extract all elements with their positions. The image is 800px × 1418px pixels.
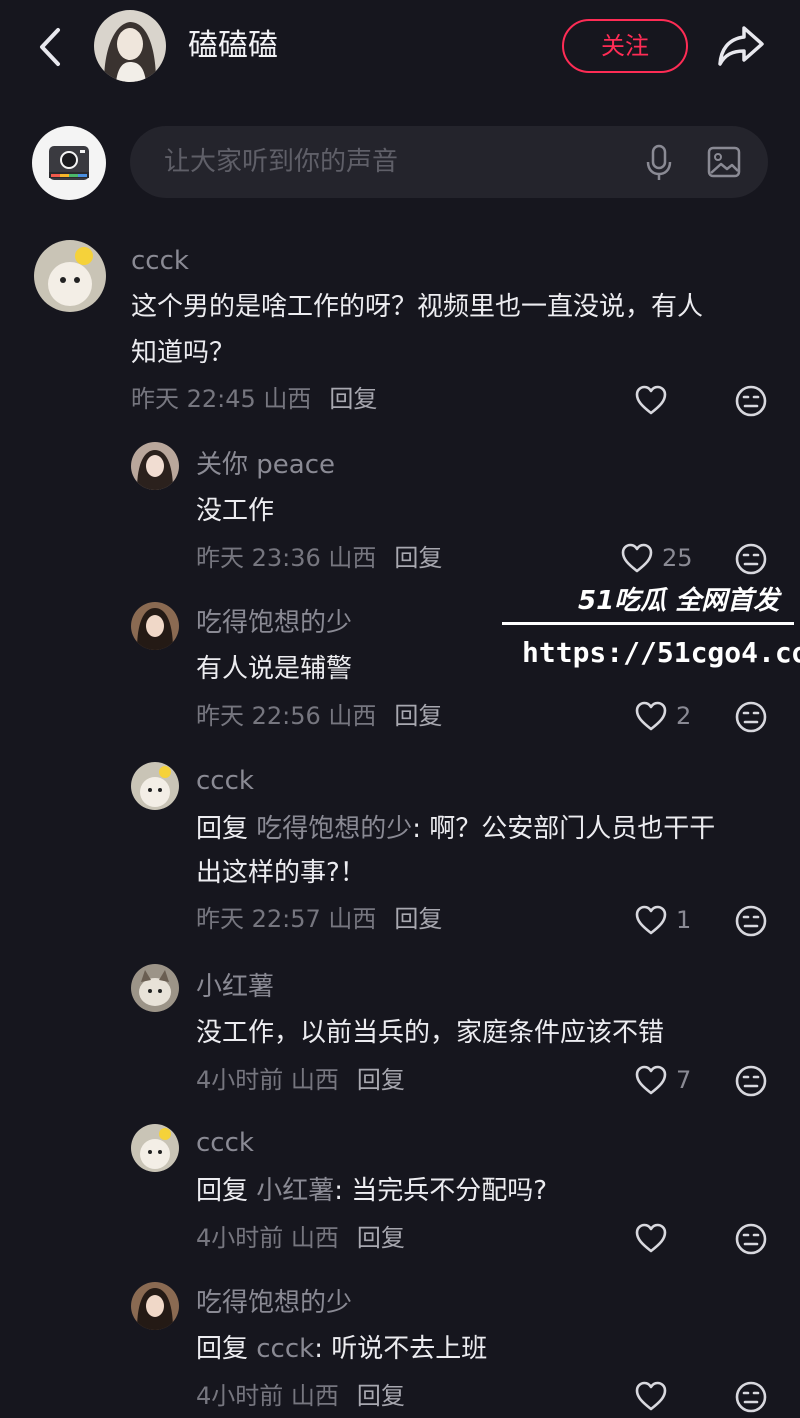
comment-username[interactable]: ccck xyxy=(196,1126,254,1160)
like-button[interactable] xyxy=(634,1220,676,1256)
comment-username[interactable]: ccck xyxy=(196,764,254,798)
dislike-face-icon[interactable] xyxy=(734,700,768,734)
reply-item: ccck 回复 小红薯: 当完兵不分配吗? 4小时前 山西 回复 xyxy=(0,1122,800,1262)
comment-meta: 昨天 23:36 山西 回复 xyxy=(196,542,442,574)
comment-time-location: 昨天 22:45 山西 xyxy=(131,385,312,413)
user-avatar[interactable] xyxy=(131,762,179,810)
user-avatar[interactable] xyxy=(131,1124,179,1172)
comment-time-location: 昨天 23:36 山西 xyxy=(196,544,377,572)
comment-text: 没工作，以前当兵的，家庭条件应该不错 xyxy=(196,1018,665,1048)
follow-button[interactable]: 关注 xyxy=(562,19,688,73)
reply-item: ccck 回复 吃得饱想的少: 啊？公安部门人员也干干 出这样的事?！ 昨天 2… xyxy=(0,760,800,950)
comment-text-line: 知道吗？ xyxy=(131,338,236,368)
reply-button[interactable]: 回复 xyxy=(357,1224,405,1252)
user-avatar[interactable] xyxy=(131,964,179,1012)
reply-target-user[interactable]: 吃得饱想的少 xyxy=(256,814,412,844)
dislike-face-icon[interactable] xyxy=(734,542,768,576)
share-button[interactable] xyxy=(716,22,766,68)
reply-button[interactable]: 回复 xyxy=(394,702,442,730)
comment-text-line: 回复 ccck: 听说不去上班 xyxy=(196,1334,488,1364)
reply-button[interactable]: 回复 xyxy=(357,1382,405,1410)
comment-meta: 4小时前 山西 回复 xyxy=(196,1222,405,1254)
heart-icon xyxy=(635,701,667,731)
watermark-url: https://51cgo4.com xyxy=(522,636,800,669)
my-avatar[interactable] xyxy=(32,126,106,200)
comment-item: ccck 这个男的是啥工作的呀？视频里也一直没说，有人 知道吗？ 昨天 22:4… xyxy=(0,236,800,426)
comment-time-location: 4小时前 山西 xyxy=(196,1224,339,1252)
watermark-divider xyxy=(502,622,794,625)
comment-username[interactable]: 吃得饱想的少 xyxy=(196,606,352,640)
comment-input-placeholder: 让大家听到你的声音 xyxy=(164,147,399,177)
comment-text: 没工作 xyxy=(196,496,275,526)
comment-username[interactable]: ccck xyxy=(131,244,189,278)
comment-meta: 昨天 22:56 山西 回复 xyxy=(196,700,442,732)
comment-text-line: 回复 吃得饱想的少: 啊？公安部门人员也干干 xyxy=(196,814,716,844)
comment-meta: 4小时前 山西 回复 xyxy=(196,1380,405,1412)
like-button[interactable]: 7 xyxy=(634,1062,691,1098)
reply-button[interactable]: 回复 xyxy=(394,905,442,933)
reply-item: 吃得饱想的少 回复 ccck: 听说不去上班 4小时前 山西 回复 xyxy=(0,1280,800,1418)
mic-icon[interactable] xyxy=(644,144,674,182)
dislike-face-icon[interactable] xyxy=(734,384,768,418)
image-icon[interactable] xyxy=(706,145,742,179)
header-bar: 磕磕磕 关注 xyxy=(0,0,800,96)
comment-time-location: 4小时前 山西 xyxy=(196,1382,339,1410)
reply-target-user[interactable]: ccck xyxy=(256,1334,314,1364)
reply-button[interactable]: 回复 xyxy=(357,1066,405,1094)
comment-time-location: 昨天 22:56 山西 xyxy=(196,702,377,730)
heart-icon xyxy=(621,543,653,573)
comment-username[interactable]: 关你 peace xyxy=(196,448,335,482)
heart-icon xyxy=(635,905,667,935)
heart-icon xyxy=(635,1065,667,1095)
user-avatar[interactable] xyxy=(131,442,179,490)
camera-icon xyxy=(49,146,89,180)
dislike-face-icon[interactable] xyxy=(734,1222,768,1256)
profile-name[interactable]: 磕磕磕 xyxy=(188,26,278,66)
like-count: 25 xyxy=(662,544,693,572)
dislike-face-icon[interactable] xyxy=(734,1064,768,1098)
heart-icon xyxy=(635,385,667,415)
share-arrow-icon xyxy=(718,26,764,66)
like-count: 7 xyxy=(676,1066,692,1094)
comment-username[interactable]: 吃得饱想的少 xyxy=(196,1286,352,1320)
profile-avatar[interactable] xyxy=(94,10,166,82)
comment-time-location: 昨天 22:57 山西 xyxy=(196,905,377,933)
comment-composer: 让大家听到你的声音 xyxy=(0,120,800,204)
comment-input[interactable]: 让大家听到你的声音 xyxy=(130,126,768,198)
like-count: 1 xyxy=(676,906,692,934)
comment-meta: 昨天 22:45 山西 回复 xyxy=(131,383,377,415)
heart-icon xyxy=(635,1223,667,1253)
comment-meta: 昨天 22:57 山西 回复 xyxy=(196,903,442,935)
like-button[interactable]: 25 xyxy=(620,540,693,576)
comment-username[interactable]: 小红薯 xyxy=(196,970,274,1004)
comment-text-line: 这个男的是啥工作的呀？视频里也一直没说，有人 xyxy=(131,292,704,322)
reply-item: 关你 peace 没工作 昨天 23:36 山西 回复 25 xyxy=(0,442,800,582)
watermark-brand: 51吃瓜 全网首发 xyxy=(578,586,780,616)
reply-item: 小红薯 没工作，以前当兵的，家庭条件应该不错 4小时前 山西 回复 7 xyxy=(0,964,800,1104)
dislike-face-icon[interactable] xyxy=(734,904,768,938)
comment-meta: 4小时前 山西 回复 xyxy=(196,1064,405,1096)
reply-button[interactable]: 回复 xyxy=(329,385,377,413)
user-avatar[interactable] xyxy=(34,240,106,312)
comment-time-location: 4小时前 山西 xyxy=(196,1066,339,1094)
like-button[interactable] xyxy=(634,382,676,418)
like-button[interactable] xyxy=(634,1378,676,1414)
comment-text-line: 出这样的事?！ xyxy=(196,858,366,888)
heart-icon xyxy=(635,1381,667,1411)
watermark-overlay: 51吃瓜 全网首发 https://51cgo4.com xyxy=(498,574,800,684)
user-avatar[interactable] xyxy=(131,1282,179,1330)
user-avatar[interactable] xyxy=(131,602,179,650)
back-button[interactable] xyxy=(34,24,70,70)
chevron-left-icon xyxy=(40,28,60,66)
like-count: 2 xyxy=(676,702,692,730)
like-button[interactable]: 1 xyxy=(634,902,691,938)
reply-button[interactable]: 回复 xyxy=(394,544,442,572)
comment-text-line: 回复 小红薯: 当完兵不分配吗? xyxy=(196,1176,548,1206)
dislike-face-icon[interactable] xyxy=(734,1380,768,1414)
comment-text: 有人说是辅警 xyxy=(196,654,353,684)
reply-target-user[interactable]: 小红薯 xyxy=(256,1176,334,1206)
like-button[interactable]: 2 xyxy=(634,698,691,734)
